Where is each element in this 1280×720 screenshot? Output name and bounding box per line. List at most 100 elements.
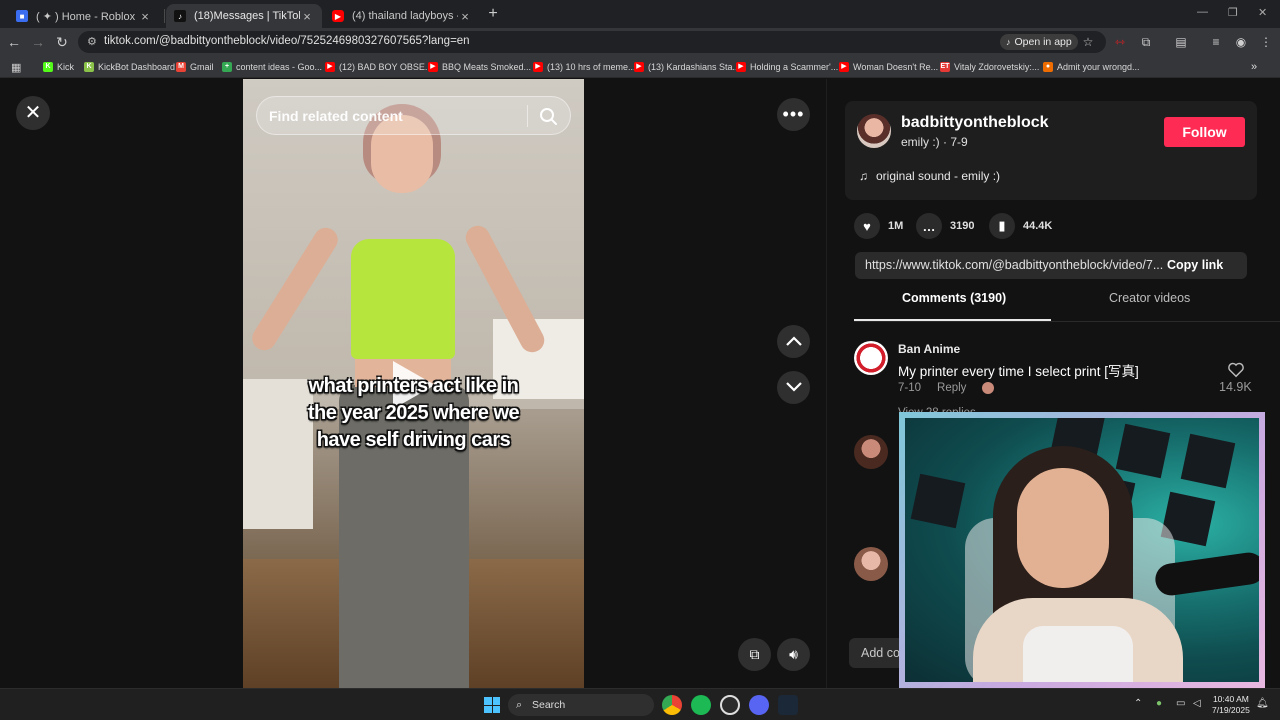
avatar[interactable] (854, 547, 888, 581)
tab-comments[interactable]: Comments (3190) (902, 291, 1006, 305)
save-button[interactable]: ▮ 44.4K (989, 213, 1052, 239)
bookmark-item[interactable]: + content ideas - Goo... (222, 60, 322, 74)
system-clock[interactable]: 10:40 AM 7/19/2025 (1212, 694, 1250, 716)
bookmark-favicon-icon: ▶ (736, 62, 746, 72)
network-icon[interactable]: ▭ (1176, 698, 1185, 709)
windows-start-icon[interactable] (484, 697, 500, 713)
open-in-app-button[interactable]: ♪ Open in app (1000, 34, 1078, 50)
heart-outline-icon[interactable] (1227, 361, 1245, 379)
extensions-puzzle-icon[interactable]: ⧉ (1138, 34, 1154, 50)
menu-kebab-icon[interactable]: ⋮ (1258, 34, 1274, 50)
next-video-button[interactable] (777, 371, 810, 404)
comment-date: 7-10 (898, 382, 922, 394)
close-icon[interactable]: × (138, 9, 152, 24)
chrome-icon[interactable] (662, 695, 682, 715)
microphone-icon[interactable]: ● (1156, 698, 1162, 709)
video-player[interactable]: what printers act like in the year 2025 … (243, 79, 584, 688)
window-close-button[interactable]: ✕ (1258, 6, 1267, 19)
reload-button[interactable]: ↻ (53, 33, 71, 51)
close-icon[interactable]: × (458, 9, 472, 24)
more-options-icon[interactable]: ••• (777, 98, 810, 131)
share-link-text[interactable]: https://www.tiktok.com/@badbittyontheblo… (865, 258, 1165, 272)
search-icon[interactable] (538, 106, 558, 126)
comment-count: 3190 (950, 220, 975, 232)
tab-creator-videos[interactable]: Creator videos (1109, 291, 1190, 305)
find-related-search[interactable] (256, 96, 571, 135)
minimize-button[interactable]: — (1197, 6, 1208, 18)
bookmark-item[interactable]: K Kick (43, 60, 74, 74)
tab-roblox[interactable]: ■ ( ✦ ) Home - Roblox × (8, 4, 160, 28)
avatar[interactable] (854, 435, 888, 469)
clock-date: 7/19/2025 (1212, 705, 1250, 715)
tab-youtube[interactable]: ▶ (4) thailand ladyboys - YouTube × (324, 4, 480, 28)
bookmark-item[interactable]: ▶ (13) Kardashians Sta... (634, 60, 740, 74)
bookmark-label: (13) 10 hrs of meme... (547, 62, 636, 72)
close-video-button[interactable]: ✕ (16, 96, 50, 130)
pip-icon: ⧉ (749, 646, 760, 662)
url-text[interactable]: tiktok.com/@badbittyontheblock/video/752… (104, 35, 470, 47)
extension-icon[interactable]: ⇿ (1112, 34, 1128, 50)
bookmark-favicon-icon: ▶ (634, 62, 644, 72)
volume-icon[interactable]: ◁ (1193, 698, 1201, 709)
bookmark-item[interactable]: ● Admit your wrongd... (1043, 60, 1140, 74)
bookmark-item[interactable]: ▶ BBQ Meats Smoked... (428, 60, 531, 74)
previous-video-button[interactable] (777, 325, 810, 358)
restore-button[interactable]: ❐ (1228, 6, 1238, 19)
media-control-icon[interactable]: ≡ (1208, 34, 1224, 50)
forward-button[interactable]: → (29, 33, 47, 51)
volume-button[interactable]: 🔊︎ (777, 638, 810, 671)
like-count: 1M (888, 220, 904, 232)
discord-icon[interactable] (749, 695, 769, 715)
steam-icon[interactable] (778, 695, 798, 715)
comment-bubble-icon: … (916, 213, 942, 239)
clock-time: 10:40 AM (1212, 694, 1249, 704)
acoustic-panel (1180, 433, 1236, 489)
profile-icon[interactable]: ◉ (1233, 34, 1249, 50)
search-icon: ⌕ (516, 699, 523, 711)
bookmark-item[interactable]: M Gmail (176, 60, 214, 74)
apps-grid-icon[interactable]: ▦ (11, 60, 21, 74)
bookmark-label: Holding a Scammer'... (750, 62, 839, 72)
music-note-icon: ♫ (859, 169, 868, 183)
tab-tiktok[interactable]: ♪ (18)Messages | TikTok × (166, 4, 322, 28)
author-username[interactable]: badbittyontheblock (901, 114, 1049, 132)
music-link[interactable]: ♫ original sound - emily :) (859, 169, 1000, 183)
split-view-icon[interactable]: ▤ (1173, 34, 1189, 50)
reply-button[interactable]: Reply (937, 382, 966, 394)
bookmark-item[interactable]: K KickBot Dashboard (84, 60, 175, 74)
avatar[interactable] (854, 341, 888, 375)
back-button[interactable]: ← (5, 33, 23, 51)
tab-title: ( ✦ ) Home - Roblox (36, 10, 136, 23)
bookmark-item[interactable]: ▶ Holding a Scammer'... (736, 60, 838, 74)
address-bar[interactable]: ⚙ tiktok.com/@badbittyontheblock/video/7… (78, 31, 1106, 53)
follow-button[interactable]: Follow (1164, 117, 1245, 147)
copy-link-button[interactable]: Copy link (1167, 258, 1223, 272)
comment-button[interactable]: … 3190 (916, 213, 974, 239)
bookmarks-overflow-button[interactable]: » (1251, 60, 1257, 74)
chevron-down-icon (785, 382, 802, 392)
bookmark-item[interactable]: ET Vitaly Zdorovetskiy:... (940, 60, 1039, 74)
bookmark-item[interactable]: ▶ (13) 10 hrs of meme... (533, 60, 636, 74)
music-title[interactable]: original sound - emily :) (876, 169, 1000, 183)
site-info-icon[interactable]: ⚙ (87, 35, 101, 49)
bookmark-item[interactable]: ▶ (12) BAD BOY OBSE... (325, 60, 432, 74)
notification-bell-icon[interactable]: 🔔︎ (1256, 698, 1269, 709)
obs-icon[interactable] (720, 695, 740, 715)
tray-overflow-icon[interactable]: ⌃ (1134, 698, 1142, 709)
comment-meta: 7-10 Reply (898, 382, 995, 394)
like-button[interactable]: ♥ 1M (854, 213, 903, 239)
browser-toolbar: ← → ↻ ⚙ tiktok.com/@badbittyontheblock/v… (0, 28, 1280, 56)
avatar[interactable] (857, 114, 891, 148)
find-related-input[interactable] (269, 106, 519, 126)
pip-button[interactable]: ⧉ (738, 638, 771, 671)
bookmark-item[interactable]: ▶ Woman Doesn't Re... (839, 60, 938, 74)
author-subtitle: emily :) · 7-9 (901, 135, 968, 149)
tab-title: (4) thailand ladyboys - YouTube (352, 10, 458, 22)
new-tab-button[interactable]: + (485, 5, 501, 23)
comment-author[interactable]: Ban Anime (898, 342, 960, 356)
spotify-icon[interactable] (691, 695, 711, 715)
taskbar-search[interactable]: ⌕ Search (508, 694, 654, 716)
close-icon[interactable]: × (300, 9, 314, 24)
bookmark-star-icon[interactable]: ☆ (1080, 34, 1096, 50)
bookmark-favicon-icon: ▶ (839, 62, 849, 72)
